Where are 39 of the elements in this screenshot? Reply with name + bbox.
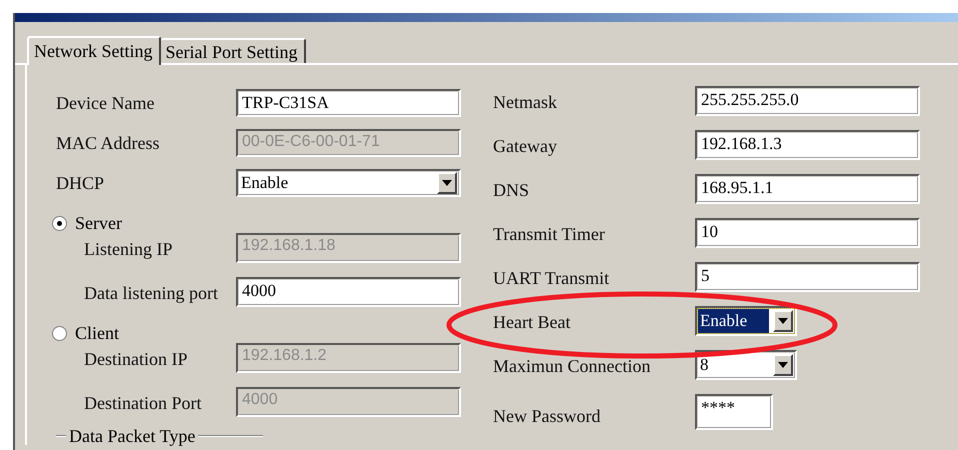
field-label: DNS (493, 180, 530, 202)
text-field[interactable]: 5 (695, 262, 920, 292)
radio-label[interactable]: Server (75, 212, 122, 234)
caret-icon (778, 362, 788, 368)
field-label: Device Name (56, 93, 156, 115)
tab[interactable]: Network Setting (27, 36, 160, 65)
field-label: Maximun Connection (493, 356, 652, 378)
radio-button[interactable] (52, 216, 67, 230)
dropdown-field[interactable]: 8 (695, 350, 797, 380)
password-field[interactable]: **** (695, 394, 773, 430)
field-label: Data listening port (84, 283, 219, 305)
dropdown-field[interactable]: Enable (695, 306, 797, 336)
dropdown-button[interactable] (437, 172, 457, 194)
field-label: DHCP (56, 173, 106, 195)
caret-icon (778, 318, 788, 324)
radio-label[interactable]: Client (75, 322, 119, 344)
caret-icon (442, 180, 452, 186)
field-label: Gateway (493, 136, 558, 158)
field-label: Destination IP (84, 349, 188, 371)
field-label: Heart Beat (493, 312, 572, 334)
text-field[interactable]: 10 (695, 218, 920, 248)
field-label: New Password (493, 406, 602, 428)
dropdown-field[interactable]: Enable (236, 169, 461, 197)
field-label: Transmit Timer (493, 224, 606, 246)
field-label: Destination Port (84, 393, 202, 415)
dropdown-button[interactable] (773, 310, 793, 332)
text-field[interactable]: 168.95.1.1 (695, 174, 920, 204)
text-field[interactable]: 192.168.1.3 (695, 130, 920, 160)
radio-button[interactable] (52, 326, 67, 340)
text-field[interactable]: 255.255.255.0 (695, 86, 920, 116)
text-field[interactable]: 4000 (236, 277, 461, 307)
group-label: Data Packet Type (69, 426, 196, 446)
field-label: Listening IP (84, 239, 174, 261)
field-label: MAC Address (56, 133, 161, 155)
tab[interactable]: Serial Port Setting (160, 38, 306, 63)
field-label: Netmask (493, 92, 558, 114)
dropdown-button[interactable] (773, 354, 793, 376)
text-field[interactable]: TRP-C31SA (236, 89, 461, 117)
field-label: UART Transmit (493, 268, 610, 290)
